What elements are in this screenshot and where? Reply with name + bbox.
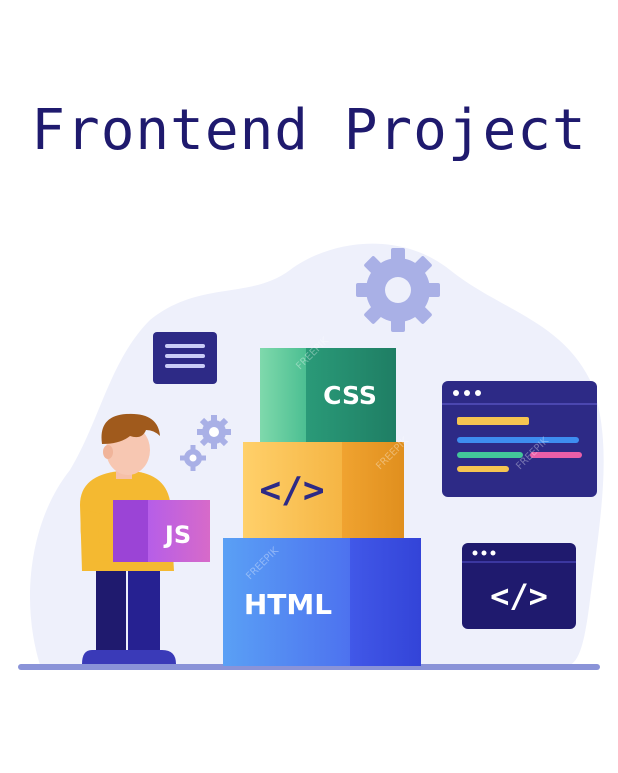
small-gear-icon (197, 415, 231, 449)
browser-window-icon: </> (462, 543, 576, 629)
html-label: HTML (244, 588, 332, 621)
frontend-illustration: CSS </> HTML </> JS FREEPIK FREEPIK FREE… (18, 243, 604, 670)
window-code-label: </> (490, 577, 548, 615)
js-box: JS (113, 500, 210, 562)
code-box: </> (243, 442, 404, 538)
js-label: JS (163, 521, 191, 549)
css-label: CSS (323, 381, 377, 410)
gear-icon (356, 248, 440, 332)
document-lines-icon (153, 332, 217, 384)
html-box: HTML (223, 538, 421, 666)
css-box: CSS (260, 348, 396, 442)
code-brackets-label: </> (259, 470, 324, 511)
code-window-icon (442, 381, 597, 497)
